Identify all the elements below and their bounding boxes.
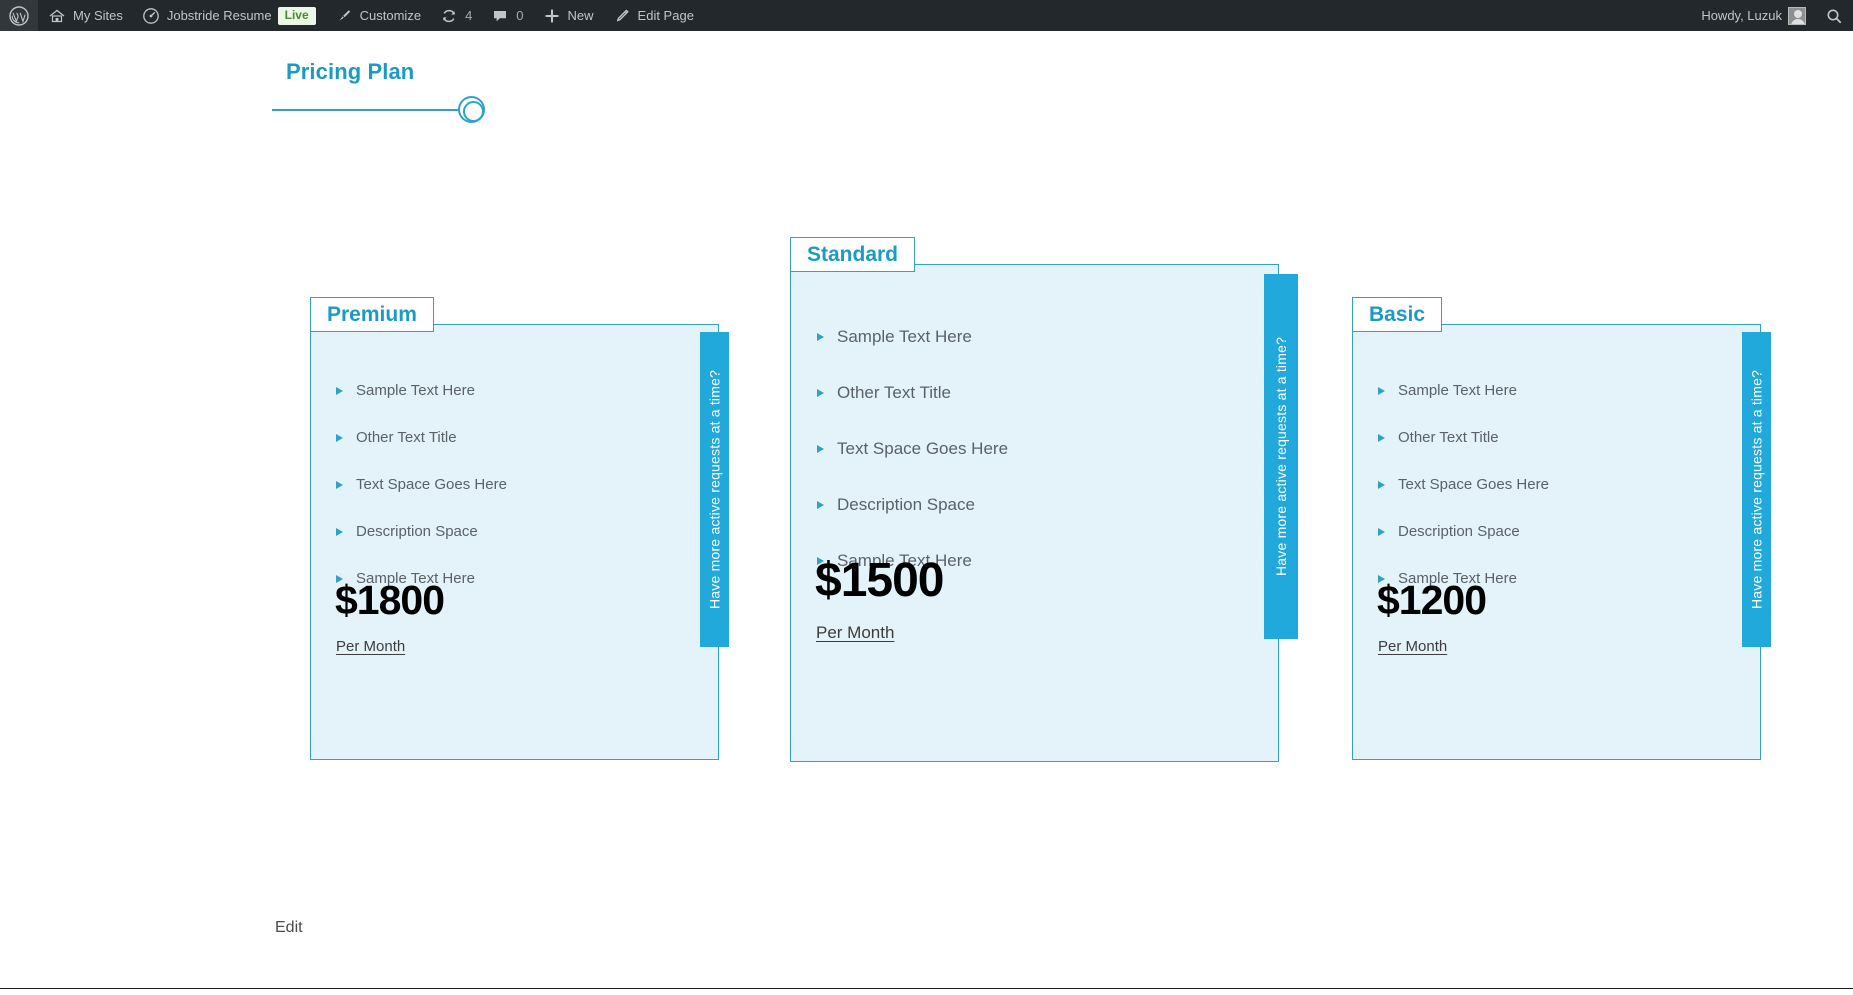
list-item: Text Space Goes Here [817,421,1008,477]
dashboard-icon [141,6,161,26]
comments-count: 0 [516,8,524,23]
feature-list: Sample Text Here Other Text Title Text S… [817,309,1008,589]
list-item: Description Space [817,477,1008,533]
bullet-triangle-icon [1378,386,1385,395]
list-item: Description Space [336,508,507,555]
feature-label: Sample Text Here [837,327,972,346]
bullet-triangle-icon [336,433,343,442]
adminbar-label-my-sites: My Sites [73,8,123,23]
feature-list: Sample Text Here Other Text Title Text S… [336,367,507,602]
wp-admin-bar: My Sites Jobstride Resume Live Customize… [0,0,1853,31]
adminbar-item-new[interactable]: New [533,0,603,31]
feature-label: Sample Text Here [356,382,475,399]
list-item: Description Space [1378,508,1549,555]
adminbar-item-my-account[interactable]: Howdy, Luzuk [1692,0,1815,31]
adminbar-label-edit-page: Edit Page [637,8,694,23]
feature-label: Description Space [356,523,478,540]
updates-icon [439,6,459,26]
list-item: Sample Text Here [336,367,507,414]
bullet-triangle-icon [817,445,824,453]
feature-label: Text Space Goes Here [837,439,1009,458]
adminbar-item-edit-page[interactable]: Edit Page [603,0,703,31]
pricing-card-basic[interactable]: Basic Sample Text Here Other Text Title … [1352,297,1771,760]
paintbrush-icon [334,6,354,26]
upsell-ribbon[interactable]: Have more active requests at a time? [700,332,729,647]
price-period-link[interactable]: Per Month [1378,638,1447,655]
title-circle-decoration [458,96,485,123]
howdy-label: Howdy, Luzuk [1701,8,1782,23]
adminbar-label-site-name: Jobstride Resume [166,8,272,23]
price-period-link[interactable]: Per Month [816,623,894,643]
price-amount: $1800 [335,577,445,623]
adminbar-item-customize[interactable]: Customize [325,0,430,31]
list-item: Other Text Title [817,365,1008,421]
updates-count: 4 [465,8,473,23]
bullet-triangle-icon [1378,433,1385,442]
title-underline-rule [272,109,462,111]
list-item: Sample Text Here [817,309,1008,365]
bullet-triangle-icon [336,527,343,536]
content-bottom-divider [0,988,1853,989]
comment-icon [490,6,510,26]
adminbar-label-new: New [567,8,594,23]
adminbar-item-site-name[interactable]: Jobstride Resume Live [132,0,325,31]
price-amount: $1200 [1377,577,1487,623]
adminbar-item-comments[interactable]: 0 [481,0,532,31]
plus-icon [542,6,562,26]
bullet-triangle-icon [336,480,343,489]
feature-label: Other Text Title [1398,429,1499,446]
list-item: Text Space Goes Here [336,461,507,508]
adminbar-search-button[interactable] [1815,0,1853,31]
feature-label: Description Space [1398,523,1520,540]
pricing-card-title: Premium [310,297,434,332]
feature-list: Sample Text Here Other Text Title Text S… [1378,367,1549,602]
edit-post-link[interactable]: Edit [275,919,303,937]
bullet-triangle-icon [336,386,343,395]
pricing-card-title: Basic [1352,297,1443,332]
live-badge: Live [277,6,316,25]
section-header: Pricing Plan [272,59,522,123]
feature-label: Other Text Title [356,429,457,446]
price-amount: $1500 [815,554,944,607]
sites-icon [47,6,67,26]
adminbar-item-my-sites[interactable]: My Sites [38,0,132,31]
upsell-ribbon[interactable]: Have more active requests at a time? [1264,274,1298,639]
feature-label: Text Space Goes Here [356,476,507,493]
feature-label: Text Space Goes Here [1398,476,1549,493]
page-title: Pricing Plan [286,59,415,84]
bullet-triangle-icon [1378,480,1385,489]
upsell-ribbon[interactable]: Have more active requests at a time? [1742,332,1771,647]
list-item: Sample Text Here [1378,367,1549,414]
feature-label: Description Space [837,495,975,514]
bullet-triangle-icon [1378,527,1385,536]
avatar [1788,6,1806,25]
page-content: Pricing Plan Premium Sample Text Here Ot… [0,31,1853,995]
wp-logo-button[interactable] [0,0,38,31]
feature-label: Sample Text Here [1398,382,1517,399]
list-item: Other Text Title [336,414,507,461]
bullet-triangle-icon [817,501,824,509]
pricing-card-premium[interactable]: Premium Sample Text Here Other Text Titl… [310,297,729,760]
bullet-triangle-icon [817,333,824,341]
bullet-triangle-icon [817,389,824,397]
feature-label: Other Text Title [837,383,952,402]
list-item: Other Text Title [1378,414,1549,461]
search-icon [1824,6,1844,26]
list-item: Text Space Goes Here [1378,461,1549,508]
pricing-card-standard[interactable]: Standard Sample Text Here Other Text Tit… [790,237,1298,762]
adminbar-item-updates[interactable]: 4 [430,0,481,31]
pricing-card-title: Standard [790,237,916,272]
price-period-link[interactable]: Per Month [336,638,405,655]
wordpress-logo-icon [9,5,29,26]
adminbar-label-customize: Customize [359,8,422,23]
pencil-icon [612,6,632,26]
